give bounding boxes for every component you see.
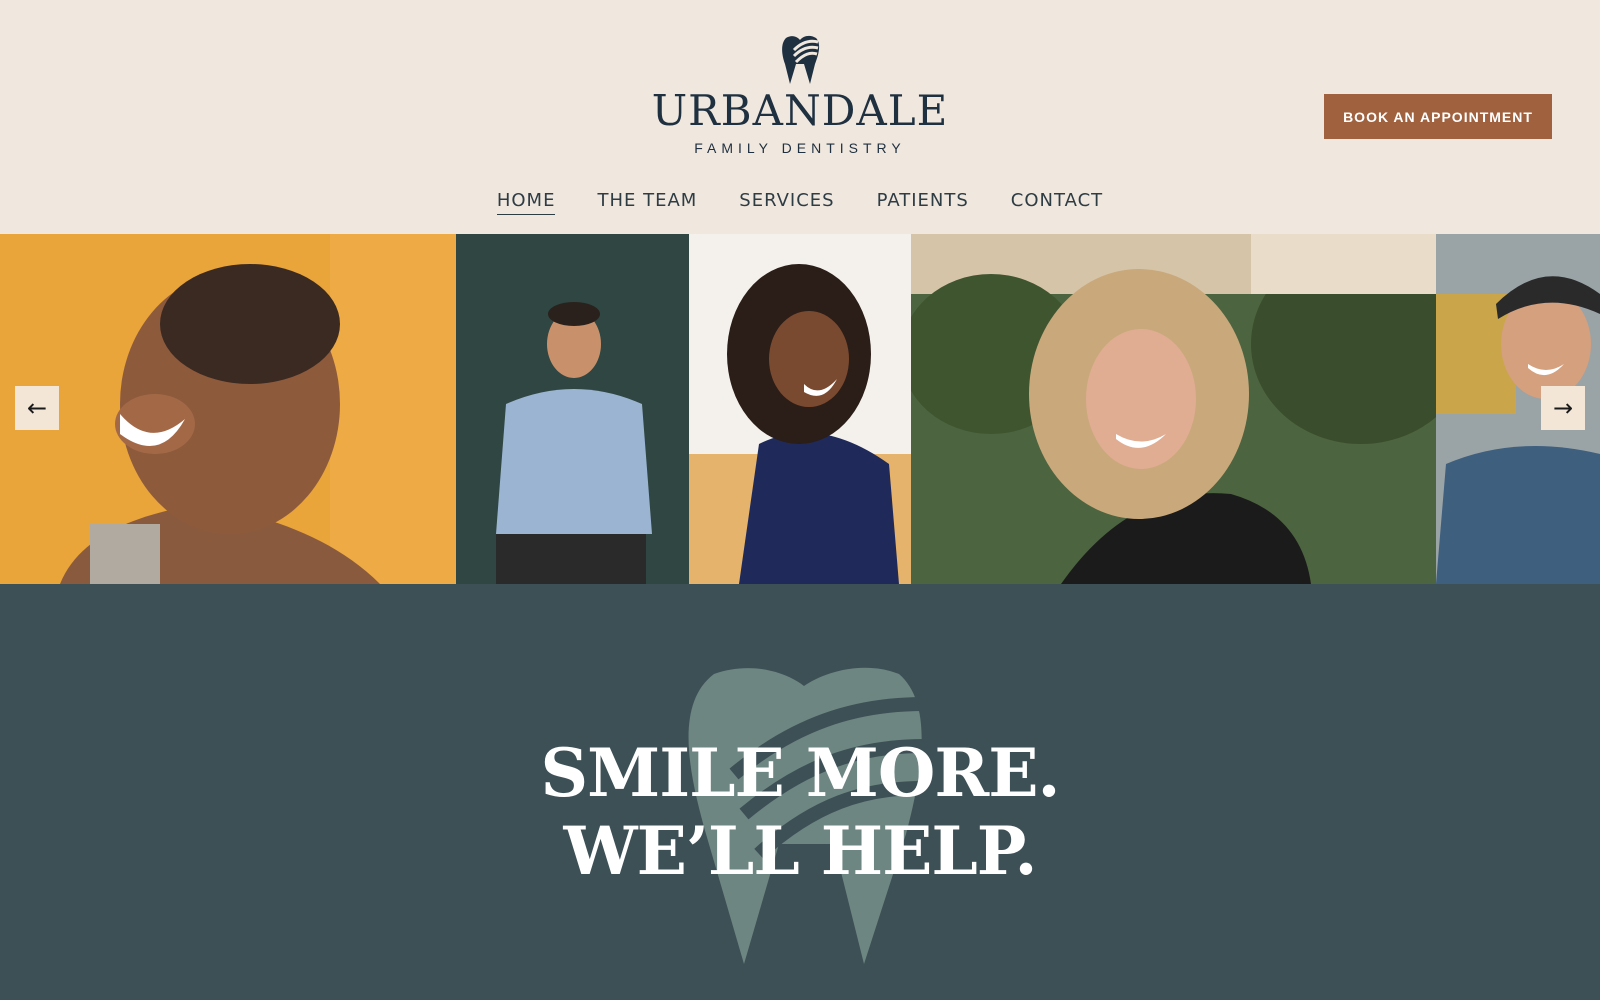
gallery-photo xyxy=(0,234,456,584)
arrow-right-icon: → xyxy=(1552,394,1574,422)
nav-item-home[interactable]: HOME xyxy=(496,190,556,215)
hero-line-2: WE’LL HELP. xyxy=(563,812,1038,890)
gallery-photo xyxy=(456,234,689,584)
hero-section: SMILE MORE. WE’LL HELP. xyxy=(0,584,1600,1000)
gallery-photo xyxy=(911,234,1436,584)
arrow-left-icon: ← xyxy=(26,394,48,422)
brand-name: URBANDALE xyxy=(651,86,949,135)
nav-item-patients[interactable]: PATIENTS xyxy=(877,190,969,215)
photo-gallery xyxy=(0,234,1600,584)
gallery-next-button[interactable]: → xyxy=(1541,386,1585,430)
book-appointment-button[interactable]: BOOK AN APPOINTMENT xyxy=(1324,94,1552,139)
site-header: URBANDALE FAMILY DENTISTRY BOOK AN APPOI… xyxy=(0,0,1600,234)
main-nav: HOME THE TEAM SERVICES PATIENTS CONTACT xyxy=(0,190,1600,215)
gallery-prev-button[interactable]: ← xyxy=(15,386,59,430)
brand-logo[interactable]: URBANDALE FAMILY DENTISTRY xyxy=(600,34,1000,156)
brand-tagline: FAMILY DENTISTRY xyxy=(694,140,906,156)
tooth-logo-icon xyxy=(782,35,820,84)
nav-item-contact[interactable]: CONTACT xyxy=(1011,190,1103,215)
nav-item-the-team[interactable]: THE TEAM xyxy=(597,190,697,215)
nav-item-services[interactable]: SERVICES xyxy=(739,190,834,215)
hero-headline: SMILE MORE. WE’LL HELP. xyxy=(0,734,1600,890)
hero-line-1: SMILE MORE. xyxy=(540,734,1061,812)
gallery-photo xyxy=(689,234,911,584)
